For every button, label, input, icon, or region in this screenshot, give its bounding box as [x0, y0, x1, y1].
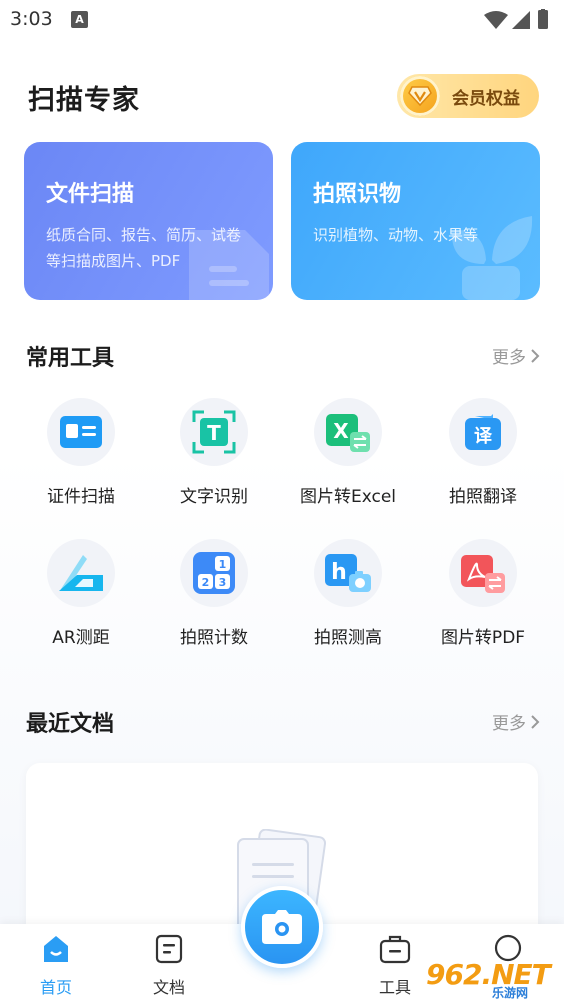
counter-icon: 1 2 3: [180, 539, 248, 607]
status-time: 3:03: [10, 8, 53, 30]
photo-recognize-card[interactable]: 拍照识物 识别植物、动物、水果等: [291, 142, 540, 300]
status-bar: 3:03 A: [0, 0, 564, 40]
svg-text:2: 2: [202, 576, 210, 589]
watermark-sub: 乐游网: [492, 986, 529, 1000]
glyph: 译: [474, 426, 493, 447]
chevron-right-icon: [531, 348, 540, 363]
tool-label: 拍照计数: [180, 628, 248, 648]
camera-icon: [262, 910, 302, 944]
document-icon: [155, 934, 183, 964]
signal-battery-icon: [484, 9, 548, 29]
nav-documents[interactable]: 文档: [129, 934, 209, 998]
camera-button[interactable]: [241, 886, 323, 968]
tool-image-to-pdf[interactable]: 图片转PDF: [416, 539, 550, 659]
notification-icon: A: [71, 11, 88, 28]
nav-tools[interactable]: 工具: [355, 934, 435, 998]
tool-label: 拍照测高: [314, 628, 382, 648]
tool-id-scan[interactable]: 证件扫描: [14, 398, 148, 518]
tool-photo-translate[interactable]: 译 拍照翻译: [416, 398, 550, 518]
home-icon: [44, 936, 68, 962]
card-title: 拍照识物: [313, 182, 402, 207]
tool-photo-count[interactable]: 1 2 3 拍照计数: [147, 539, 281, 659]
watermark-main: 962.NET: [426, 958, 551, 991]
more-label: 更多: [492, 348, 526, 368]
status-icons: [482, 9, 552, 35]
tool-label: 图片转PDF: [440, 628, 526, 648]
vip-benefits-button[interactable]: 会员权益: [397, 74, 539, 118]
card-title: 文件扫描: [46, 182, 135, 207]
recent-more-link[interactable]: 更多: [492, 709, 540, 734]
watermark-logo: 962.NET 乐游网: [426, 958, 551, 1000]
tools-more-link[interactable]: 更多: [492, 343, 540, 368]
ruler-icon: [47, 539, 115, 607]
tool-label: 证件扫描: [47, 487, 115, 507]
tool-label: 文字识别: [180, 487, 248, 507]
document-scan-card[interactable]: 文件扫描 纸质合同、报告、简历、试卷等扫描成图片、PDF: [24, 142, 273, 300]
tool-label: 拍照翻译: [449, 487, 517, 507]
tool-text-recognition[interactable]: T 文字识别: [147, 398, 281, 518]
vip-badge-icon: [400, 76, 440, 116]
page-title: 扫描专家: [28, 85, 140, 116]
svg-text:1: 1: [219, 558, 227, 571]
excel-icon: X: [314, 398, 382, 466]
svg-text:3: 3: [219, 576, 227, 589]
tools-section-title: 常用工具: [26, 346, 115, 371]
nav-home[interactable]: 首页: [16, 934, 96, 998]
tool-label: 图片转Excel: [299, 487, 397, 507]
tool-label: AR测距: [52, 628, 110, 648]
glyph: X: [333, 419, 349, 443]
recent-section-title: 最近文档: [26, 712, 115, 737]
pdf-icon: [449, 539, 517, 607]
glyph: T: [207, 421, 221, 445]
height-icon: h: [314, 539, 382, 607]
toolbox-icon: [379, 935, 411, 964]
nav-label: 首页: [39, 978, 72, 997]
glyph: h: [331, 560, 347, 585]
vip-label: 会员权益: [452, 88, 520, 109]
tool-photo-height[interactable]: h 拍照测高: [281, 539, 415, 659]
nav-label: 工具: [378, 978, 411, 997]
id-card-icon: [47, 398, 115, 466]
tool-ar-measure[interactable]: AR测距: [14, 539, 148, 659]
nav-label: 文档: [152, 978, 185, 997]
chevron-right-icon: [531, 714, 540, 729]
plant-deco-icon: [451, 216, 533, 300]
document-deco-icon: [189, 230, 269, 300]
text-recognition-icon: T: [180, 398, 248, 466]
tool-image-to-excel[interactable]: X 图片转Excel: [281, 398, 415, 518]
translate-icon: 译: [449, 398, 517, 466]
more-label: 更多: [492, 714, 526, 734]
